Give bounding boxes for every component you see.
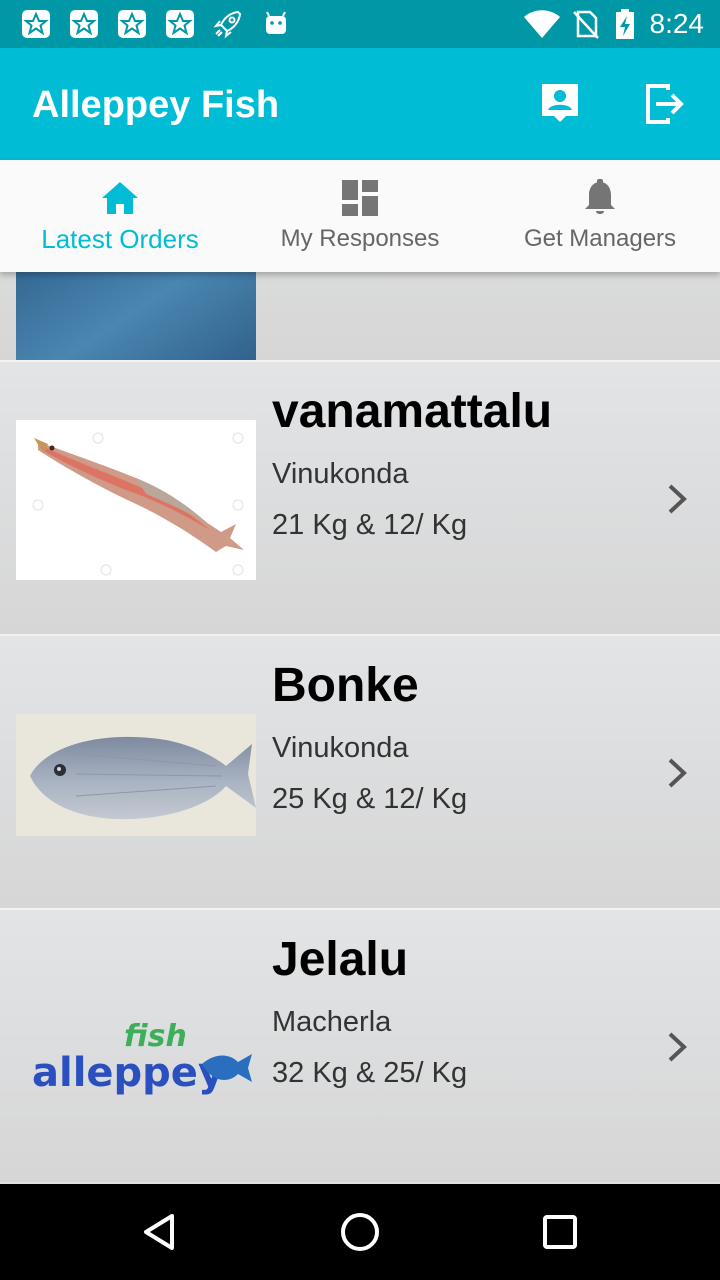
app-title: Alleppey Fish — [32, 84, 280, 126]
dashboard-icon — [342, 180, 378, 216]
list-item[interactable] — [0, 272, 720, 390]
profile-icon[interactable] — [536, 80, 584, 128]
status-bar: 8:24 — [0, 0, 720, 48]
svg-text:fish: fish — [124, 1019, 187, 1054]
orders-list[interactable]: vanamattalu Vinukonda 21 Kg & 12/ Kg Bon… — [0, 272, 720, 1184]
order-name: vanamattalu — [272, 385, 553, 438]
order-location: Vinukonda — [272, 732, 409, 764]
recents-icon[interactable] — [536, 1208, 584, 1256]
home-icon — [102, 182, 138, 214]
chevron-right-icon[interactable] — [666, 1030, 690, 1064]
wifi-icon — [524, 10, 560, 38]
fish-photo — [16, 420, 256, 580]
tab-latest-orders[interactable]: Latest Orders — [0, 160, 240, 272]
list-item[interactable]: Bonke Vinukonda 25 Kg & 12/ Kg — [0, 634, 720, 908]
tab-get-managers[interactable]: Get Managers — [480, 160, 720, 272]
bell-icon — [585, 179, 615, 214]
home-circle-icon[interactable] — [336, 1208, 384, 1256]
order-quantity: 21 Kg & 12/ Kg — [272, 509, 468, 541]
tab-label: Latest Orders — [41, 224, 199, 254]
order-location: Macherla — [272, 1006, 392, 1038]
status-time: 8:24 — [649, 8, 705, 39]
tab-label: Get Managers — [523, 225, 677, 252]
svg-text:alleppey: alleppey — [32, 1050, 224, 1096]
star-notification-icon — [166, 10, 194, 38]
star-notification-icon — [118, 10, 146, 38]
order-quantity: 25 Kg & 12/ Kg — [272, 783, 468, 815]
order-location: Vinukonda — [272, 458, 409, 490]
order-quantity: 32 Kg & 25/ Kg — [272, 1057, 468, 1089]
star-notification-icon — [70, 10, 98, 38]
android-notification-icon — [266, 11, 286, 34]
order-name: Jelalu — [272, 933, 409, 986]
battery-charging-icon — [616, 9, 634, 39]
no-sim-icon — [573, 10, 599, 39]
logout-icon[interactable] — [640, 80, 688, 128]
chevron-right-icon[interactable] — [666, 482, 690, 516]
tab-label: My Responses — [280, 225, 440, 252]
list-item[interactable]: fish alleppey Jelalu Macherla 32 Kg & 25… — [0, 908, 720, 1182]
back-icon[interactable] — [136, 1208, 184, 1256]
rocket-notification-icon — [213, 10, 242, 39]
alleppey-fish-logo: fish alleppey — [32, 1019, 252, 1096]
system-nav-bar — [0, 1184, 720, 1280]
chevron-right-icon[interactable] — [666, 756, 690, 790]
fish-photo — [16, 714, 256, 836]
order-name: Bonke — [272, 659, 419, 712]
app-bar: Alleppey Fish — [0, 48, 720, 160]
tab-bar: Latest Orders My Responses Get Managers — [0, 160, 720, 272]
list-item[interactable]: vanamattalu Vinukonda 21 Kg & 12/ Kg — [0, 360, 720, 634]
star-notification-icon — [22, 10, 50, 38]
tab-my-responses[interactable]: My Responses — [240, 160, 480, 272]
